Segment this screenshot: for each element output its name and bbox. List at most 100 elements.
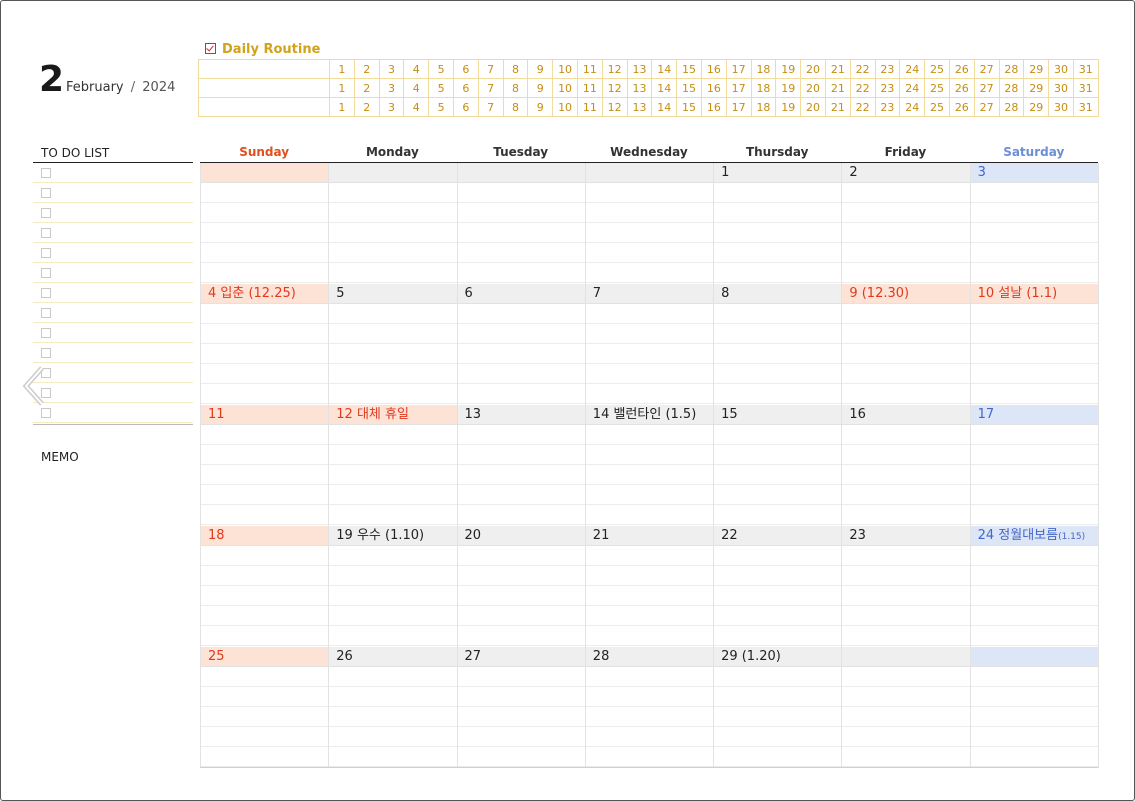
day-note-lines[interactable] — [970, 666, 1098, 768]
day-note-lines[interactable] — [970, 545, 1098, 647]
day-note-lines[interactable] — [970, 424, 1098, 526]
routine-day-cell[interactable]: 28 — [998, 59, 1025, 79]
routine-day-cell[interactable]: 10 — [552, 97, 578, 117]
todo-item[interactable] — [33, 243, 193, 263]
routine-day-cell[interactable]: 2 — [353, 59, 380, 79]
routine-day-cell[interactable]: 23 — [874, 59, 901, 79]
day-note-lines[interactable] — [970, 303, 1098, 405]
todo-checkbox[interactable] — [41, 228, 51, 238]
day-note-lines[interactable] — [329, 666, 457, 768]
day-note-lines[interactable] — [457, 545, 585, 647]
calendar-day-cell[interactable] — [842, 647, 971, 768]
routine-day-cell[interactable]: 31 — [1072, 59, 1099, 79]
calendar-day-cell[interactable]: 23 — [842, 526, 971, 647]
calendar-day-cell[interactable]: 15 — [714, 405, 843, 526]
routine-day-cell[interactable]: 12 — [601, 78, 628, 98]
todo-checkbox[interactable] — [41, 328, 51, 338]
day-note-lines[interactable] — [842, 424, 970, 526]
routine-day-cell[interactable]: 2 — [353, 97, 380, 117]
routine-day-cell[interactable]: 23 — [874, 78, 901, 98]
calendar-day-cell[interactable]: 12 대체 휴일 — [329, 405, 458, 526]
routine-day-cell[interactable]: 31 — [1072, 78, 1099, 98]
todo-checkbox[interactable] — [41, 248, 51, 258]
routine-day-cell[interactable]: 25 — [924, 59, 950, 79]
routine-day-cell[interactable]: 20 — [800, 59, 826, 79]
day-note-lines[interactable] — [457, 666, 585, 768]
calendar-day-cell[interactable]: 25 — [201, 647, 330, 768]
routine-day-cell[interactable]: 1 — [329, 59, 355, 79]
routine-day-cell[interactable]: 26 — [948, 59, 975, 79]
day-note-lines[interactable] — [842, 303, 970, 405]
routine-day-cell[interactable]: 1 — [329, 78, 355, 98]
todo-item[interactable] — [33, 163, 193, 183]
day-note-lines[interactable] — [201, 424, 329, 526]
calendar-day-cell[interactable]: 22 — [714, 526, 843, 647]
routine-day-cell[interactable]: 20 — [800, 97, 826, 117]
routine-day-cell[interactable]: 3 — [378, 97, 405, 117]
routine-day-cell[interactable]: 18 — [750, 59, 777, 79]
day-note-lines[interactable] — [585, 424, 714, 526]
routine-day-cell[interactable]: 17 — [725, 59, 752, 79]
calendar-day-cell[interactable] — [201, 163, 330, 284]
todo-checkbox[interactable] — [41, 408, 51, 418]
routine-task-cell[interactable] — [198, 97, 330, 117]
routine-day-cell[interactable]: 14 — [651, 59, 678, 79]
calendar-day-cell[interactable] — [970, 647, 1099, 768]
routine-day-cell[interactable]: 29 — [1023, 59, 1050, 79]
routine-day-cell[interactable]: 18 — [750, 97, 777, 117]
routine-day-cell[interactable]: 15 — [676, 97, 702, 117]
routine-day-cell[interactable]: 10 — [552, 78, 578, 98]
routine-day-cell[interactable]: 6 — [452, 78, 479, 98]
day-note-lines[interactable] — [201, 666, 329, 768]
routine-day-cell[interactable]: 8 — [502, 78, 529, 98]
day-note-lines[interactable] — [201, 303, 329, 405]
routine-day-cell[interactable]: 11 — [576, 78, 603, 98]
day-note-lines[interactable] — [970, 182, 1098, 284]
routine-day-cell[interactable]: 5 — [428, 97, 454, 117]
routine-day-cell[interactable]: 9 — [527, 59, 554, 79]
routine-day-cell[interactable]: 24 — [899, 97, 926, 117]
routine-day-cell[interactable]: 15 — [676, 59, 702, 79]
routine-day-cell[interactable]: 17 — [725, 78, 752, 98]
day-note-lines[interactable] — [842, 666, 970, 768]
routine-day-cell[interactable]: 12 — [601, 59, 628, 79]
routine-day-cell[interactable]: 4 — [403, 97, 430, 117]
routine-day-cell[interactable]: 14 — [651, 97, 678, 117]
routine-day-cell[interactable]: 7 — [477, 78, 504, 98]
todo-checkbox[interactable] — [41, 208, 51, 218]
routine-day-cell[interactable]: 6 — [452, 59, 479, 79]
calendar-day-cell[interactable]: 21 — [585, 526, 715, 647]
todo-item[interactable] — [33, 323, 193, 343]
routine-day-cell[interactable]: 12 — [601, 97, 628, 117]
routine-day-cell[interactable]: 16 — [700, 97, 727, 117]
day-note-lines[interactable] — [585, 303, 714, 405]
day-note-lines[interactable] — [457, 424, 585, 526]
todo-item[interactable] — [33, 263, 193, 283]
routine-day-cell[interactable]: 10 — [552, 59, 578, 79]
routine-day-cell[interactable]: 16 — [700, 59, 727, 79]
day-note-lines[interactable] — [457, 182, 585, 284]
calendar-day-cell[interactable]: 7 — [585, 284, 715, 405]
todo-checkbox[interactable] — [41, 188, 51, 198]
routine-day-cell[interactable]: 27 — [973, 78, 1000, 98]
routine-task-cell[interactable] — [198, 78, 330, 98]
routine-day-cell[interactable]: 7 — [477, 97, 504, 117]
routine-task-cell[interactable] — [198, 59, 330, 79]
routine-day-cell[interactable]: 1 — [329, 97, 355, 117]
routine-day-cell[interactable]: 28 — [998, 78, 1025, 98]
calendar-day-cell[interactable]: 28 — [585, 647, 715, 768]
calendar-day-cell[interactable]: 6 — [457, 284, 586, 405]
calendar-day-cell[interactable]: 17 — [970, 405, 1099, 526]
calendar-day-cell[interactable]: 24 정월대보름(1.15) — [970, 526, 1099, 647]
calendar-day-cell[interactable]: 1 — [714, 163, 843, 284]
calendar-day-cell[interactable]: 4 입춘 (12.25) — [201, 284, 330, 405]
day-note-lines[interactable] — [714, 182, 842, 284]
previous-page-arrow-icon[interactable] — [20, 364, 52, 408]
routine-day-cell[interactable]: 25 — [924, 78, 950, 98]
routine-day-cell[interactable]: 9 — [527, 78, 554, 98]
routine-day-cell[interactable]: 18 — [750, 78, 777, 98]
routine-day-cell[interactable]: 13 — [626, 59, 653, 79]
routine-day-cell[interactable]: 21 — [824, 97, 851, 117]
routine-day-cell[interactable]: 21 — [824, 59, 851, 79]
routine-day-cell[interactable]: 11 — [576, 97, 603, 117]
